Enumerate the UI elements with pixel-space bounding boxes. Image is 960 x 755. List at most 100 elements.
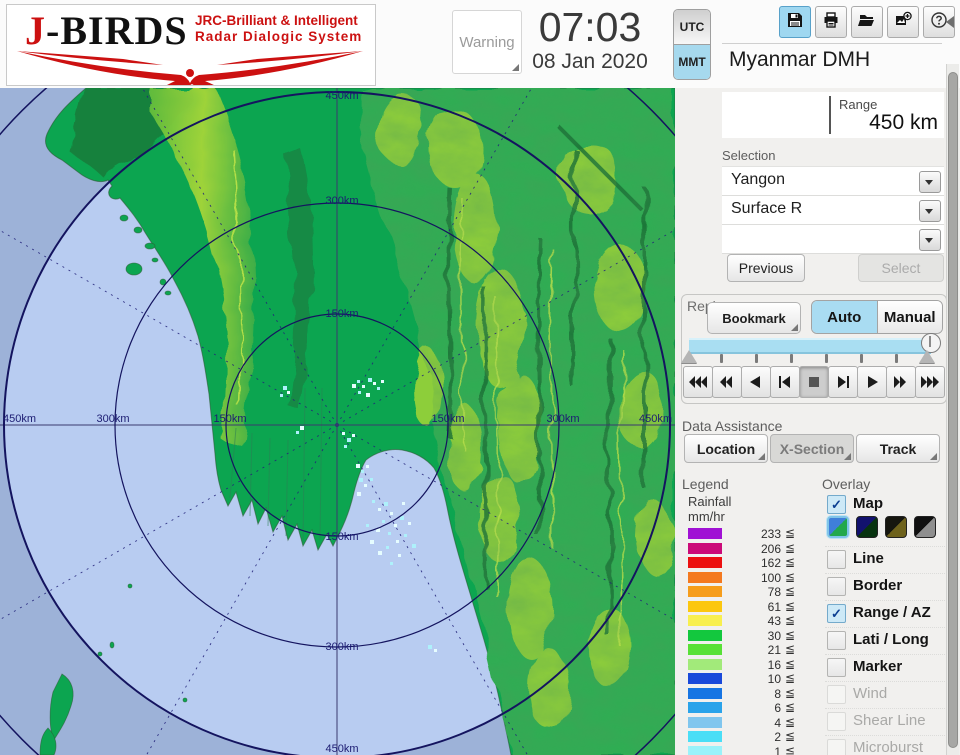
- utc-button[interactable]: UTC: [674, 10, 710, 45]
- data-assistance-label: Data Assistance: [682, 418, 782, 434]
- map-style-swatch-3[interactable]: [885, 516, 907, 538]
- playback-step-forward-button[interactable]: [828, 366, 858, 398]
- legend-value: 16: [726, 658, 781, 672]
- checkbox: [827, 712, 846, 731]
- timezone-toggle: UTC MMT: [673, 9, 711, 80]
- rain-cell: [366, 393, 370, 397]
- checkbox[interactable]: ✓: [827, 604, 846, 623]
- rain-cell: [347, 438, 351, 442]
- map-style-swatch-4[interactable]: [914, 516, 936, 538]
- timeline-tick: [720, 354, 723, 363]
- playback-rewind-fast-button[interactable]: [683, 366, 713, 398]
- timeline-end-marker[interactable]: [919, 350, 935, 363]
- step-backward-icon: [774, 374, 796, 390]
- location-button[interactable]: Location: [684, 434, 768, 463]
- rain-cell: [342, 432, 345, 435]
- previous-button[interactable]: Previous: [727, 254, 805, 282]
- toolbar: [779, 6, 955, 38]
- map-style-swatch-1[interactable]: [827, 516, 849, 538]
- rain-cell: [358, 391, 361, 394]
- replay-timeline-slider[interactable]: [689, 338, 931, 354]
- auto-manual-toggle: Auto Manual: [811, 300, 943, 334]
- legend-value: 30: [726, 629, 781, 643]
- timeline-start-marker[interactable]: [681, 350, 697, 363]
- ring-label: 450km: [325, 743, 358, 755]
- legend-color-swatch: [688, 586, 722, 597]
- print-button[interactable]: [815, 6, 847, 38]
- map-style-swatch-2[interactable]: [856, 516, 878, 538]
- ring-label: 150km: [325, 308, 358, 320]
- legend-row: 100≦: [688, 572, 818, 584]
- x-section-button[interactable]: X-Section: [770, 434, 854, 463]
- rain-cell: [408, 522, 411, 525]
- panel-scrollbar[interactable]: [946, 64, 959, 755]
- playback-play-backward-button[interactable]: [741, 366, 771, 398]
- select-button[interactable]: Select: [858, 254, 944, 282]
- dropdown-arrow-button[interactable]: [919, 229, 941, 251]
- checkbox[interactable]: [827, 658, 846, 677]
- panel-scrollbar-thumb[interactable]: [948, 72, 958, 748]
- selection-dropdown-0[interactable]: Yangon: [722, 167, 944, 196]
- selection-dropdown-1[interactable]: Surface R: [722, 196, 944, 225]
- playback-step-backward-button[interactable]: [770, 366, 800, 398]
- manual-button[interactable]: Manual: [878, 301, 943, 333]
- overlay-item-label: Marker: [853, 658, 902, 675]
- legend-row: 61≦: [688, 601, 818, 613]
- rain-cell: [300, 426, 304, 430]
- legend-row: 16 ≦: [688, 659, 818, 671]
- legend-row: 162≦: [688, 557, 818, 569]
- rewind-fast-icon: [687, 374, 709, 390]
- legend-color-swatch: [688, 572, 722, 583]
- logo-subtitle-1: JRC-Brilliant & Intelligent: [195, 13, 358, 28]
- track-button[interactable]: Track: [856, 434, 940, 463]
- legend-color-swatch: [688, 717, 722, 728]
- rain-cell: [390, 562, 393, 565]
- ring-label: 150km: [325, 531, 358, 543]
- legend-row: 8≦: [688, 688, 818, 700]
- auto-button[interactable]: Auto: [812, 301, 878, 333]
- dropdown-value: Surface R: [731, 200, 802, 218]
- overlay-item-label: Range / AZ: [853, 604, 931, 621]
- overlay-item-label: Map: [853, 495, 883, 512]
- legend-value: 21: [726, 643, 781, 657]
- playback-forward-fast-button[interactable]: [915, 366, 945, 398]
- legend-color-swatch: [688, 630, 722, 641]
- playback-stop-button[interactable]: [799, 366, 829, 398]
- dropdown-arrow-button[interactable]: [919, 200, 941, 222]
- rain-cell: [352, 434, 355, 437]
- legend-title-1: Rainfall: [688, 494, 731, 509]
- bookmark-label: Bookmark: [722, 311, 786, 326]
- rain-cell: [356, 464, 360, 468]
- rain-cell: [357, 492, 361, 496]
- mmt-button[interactable]: MMT: [674, 45, 710, 79]
- bookmark-button[interactable]: Bookmark: [707, 302, 801, 334]
- overlay-item-label: Shear Line: [853, 712, 926, 729]
- rain-cell: [344, 445, 347, 448]
- panel-collapse-icon[interactable]: [946, 16, 954, 28]
- checkbox[interactable]: ✓: [827, 495, 846, 514]
- radar-map[interactable]: 450km 300km 150km 150km 300km 450km 450k…: [0, 88, 675, 755]
- selection-dropdown-2[interactable]: [722, 225, 944, 254]
- save-button[interactable]: [779, 6, 811, 38]
- play-forward-icon: [861, 374, 883, 390]
- legend-value: 43: [726, 614, 781, 628]
- legend-row: 6≦: [688, 702, 818, 714]
- legend-le-symbol: ≦: [785, 657, 795, 671]
- add-capture-button[interactable]: [887, 6, 919, 38]
- rain-cell: [390, 512, 393, 515]
- open-folder-button[interactable]: [851, 6, 883, 38]
- rain-cell: [412, 544, 416, 548]
- overlay-item-border: Border: [825, 573, 957, 598]
- checkbox[interactable]: [827, 550, 846, 569]
- legend-value: 233: [726, 527, 781, 541]
- checkbox[interactable]: [827, 631, 846, 650]
- playback-rewind-button[interactable]: [712, 366, 742, 398]
- playback-forward-button[interactable]: [886, 366, 916, 398]
- playback-play-forward-button[interactable]: [857, 366, 887, 398]
- checkbox[interactable]: [827, 577, 846, 596]
- dropdown-arrow-button[interactable]: [919, 171, 941, 193]
- range-display: Range 450 km: [722, 92, 944, 138]
- timeline-tick: [825, 354, 828, 363]
- legend-value: 1: [726, 745, 781, 755]
- legend-le-symbol: ≦: [785, 584, 795, 598]
